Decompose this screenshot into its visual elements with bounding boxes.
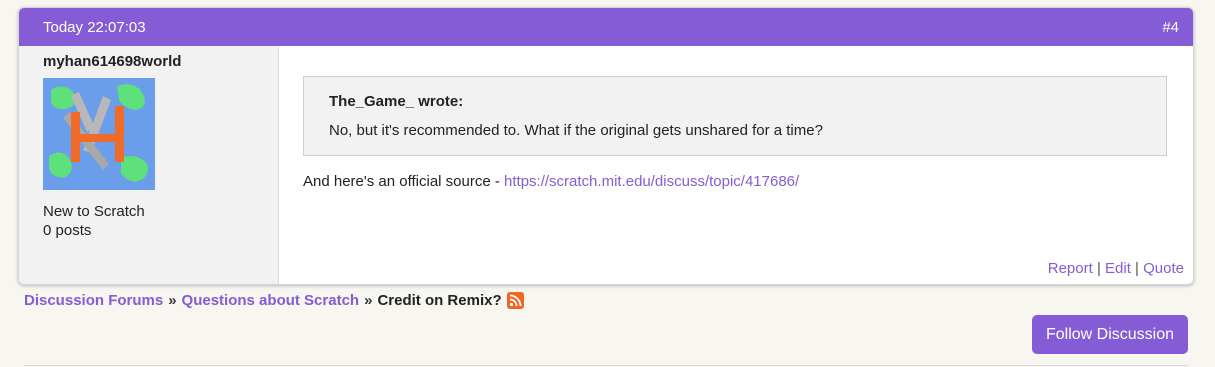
reply-text: And here's an official source - https://… (303, 173, 1167, 190)
post-header: Today 22:07:03 #4 (19, 8, 1193, 46)
author-panel: myhan614698world New to Scratch 0 posts (19, 46, 279, 284)
reply-body: And here's an official source - (303, 173, 505, 190)
edit-link[interactable]: Edit (1105, 260, 1131, 277)
action-separator: | (1096, 260, 1101, 277)
author-post-count: 0 posts (43, 222, 92, 239)
action-separator: | (1135, 260, 1139, 277)
report-link[interactable]: Report (1048, 260, 1093, 277)
post-timestamp: Today 22:07:03 (43, 18, 146, 36)
breadcrumb-separator: » (364, 292, 373, 309)
quote-author: The_Game_ wrote: (329, 93, 464, 110)
source-link[interactable]: https://scratch.mit.edu/discuss/topic/41… (504, 173, 799, 190)
divider (24, 365, 1188, 366)
post-number-link[interactable]: #4 (1162, 19, 1179, 36)
breadcrumb: Discussion Forums » Questions about Scra… (24, 292, 524, 309)
post-body: myhan614698world New to Scratch 0 posts (19, 46, 1193, 284)
author-name-link[interactable]: myhan614698world (43, 53, 278, 70)
quote-link[interactable]: Quote (1143, 260, 1184, 277)
quote-text: No, but it's recommended to. What if the… (329, 122, 823, 139)
breadcrumb-current-topic: Credit on Remix? (377, 292, 502, 309)
author-avatar[interactable] (43, 78, 155, 190)
post-content: The_Game_ wrote: No, but it's recommende… (279, 46, 1193, 284)
breadcrumb-separator: » (168, 292, 177, 309)
breadcrumb-discussion-forums[interactable]: Discussion Forums (24, 292, 163, 309)
follow-discussion-button[interactable]: Follow Discussion (1032, 315, 1188, 354)
forum-post: Today 22:07:03 #4 myhan614698world New t… (18, 7, 1194, 285)
quote-block: The_Game_ wrote: No, but it's recommende… (303, 76, 1167, 156)
rss-feed-icon[interactable] (506, 292, 524, 309)
author-status: New to Scratch (43, 203, 145, 220)
post-actions: Report | Edit | Quote (1048, 260, 1184, 277)
breadcrumb-questions-about-scratch[interactable]: Questions about Scratch (182, 292, 360, 309)
